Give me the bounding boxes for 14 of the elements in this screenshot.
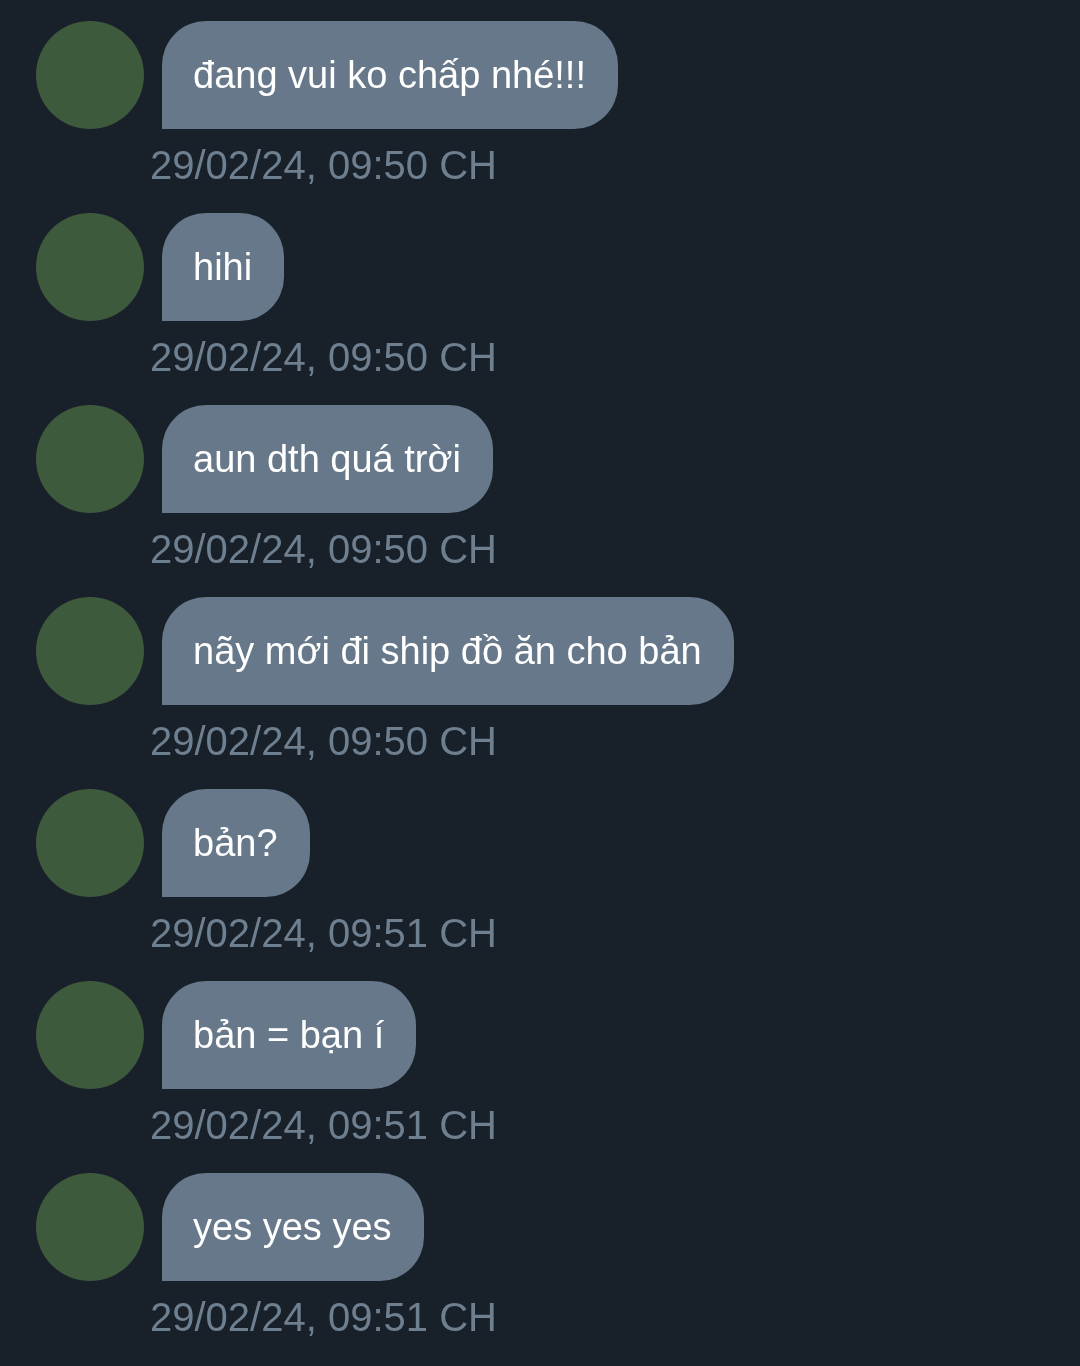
message-bubble: hihi (162, 213, 285, 321)
message-timestamp: 29/02/24, 09:51 CH (150, 1294, 497, 1341)
message-bubble: nãy mới đi ship đồ ăn cho bản (162, 597, 734, 705)
message-timestamp: 29/02/24, 09:50 CH (150, 334, 497, 381)
message-bubble: aun dth quá trời (162, 405, 493, 513)
message-bubble: bản = bạn í (162, 981, 417, 1089)
message-timestamp: 29/02/24, 09:50 CH (150, 142, 497, 189)
message-bubble: yes yes yes (162, 1173, 424, 1281)
message-timestamp: 29/02/24, 09:50 CH (150, 526, 497, 573)
message-timestamp: 29/02/24, 09:51 CH (150, 910, 497, 957)
message-bubble: đang vui ko chấp nhé!!! (162, 21, 618, 129)
message-bubble: bản? (162, 789, 310, 897)
message-timestamp: 29/02/24, 09:51 CH (150, 1102, 497, 1149)
message-timestamp: 29/02/24, 09:50 CH (150, 718, 497, 765)
